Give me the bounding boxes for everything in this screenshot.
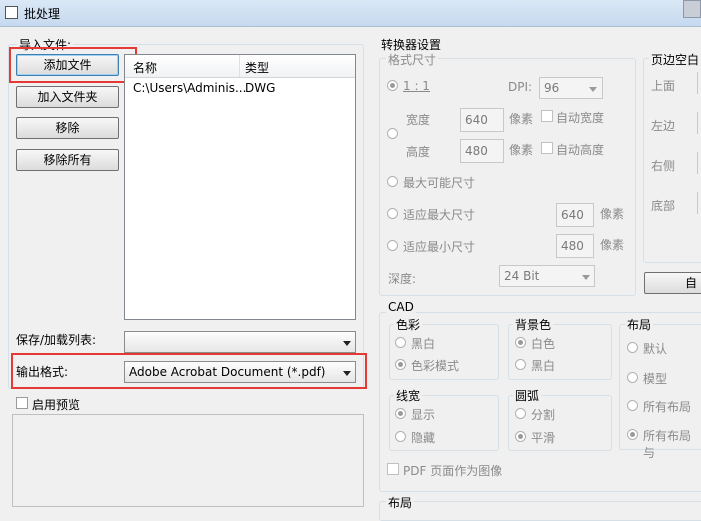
cad-label: CAD — [386, 300, 416, 314]
cell-type: DWG — [245, 81, 276, 95]
mono-radio[interactable] — [395, 337, 406, 348]
all-layouts-plus-radio[interactable] — [627, 429, 638, 440]
lineweight-label: 线宽 — [394, 387, 423, 404]
split-arc-radio[interactable] — [515, 408, 526, 419]
show-lineweight-radio[interactable] — [395, 408, 406, 419]
height-input[interactable]: 480 — [460, 139, 504, 163]
margin-left-label: 左边 — [651, 119, 676, 133]
color-mode-label: 色彩模式 — [411, 359, 460, 373]
save-load-select[interactable] — [124, 331, 356, 353]
auto-height-checkbox[interactable] — [541, 142, 553, 154]
chevron-down-icon — [582, 275, 590, 280]
window-title: 批处理 — [24, 7, 61, 21]
dpi-select[interactable]: 96 — [539, 77, 603, 99]
preview-area — [12, 414, 364, 507]
black-radio[interactable] — [515, 359, 526, 370]
column-header-type[interactable]: 类型 — [245, 59, 269, 76]
close-button[interactable] — [683, 0, 701, 18]
fit-max-label: 适应最大尺寸 — [403, 208, 476, 222]
layout-label: 布局 — [625, 316, 654, 333]
split-arc-label: 分割 — [531, 408, 556, 422]
white-radio[interactable] — [515, 337, 526, 348]
height-unit: 像素 — [509, 143, 534, 157]
background-label: 背景色 — [513, 316, 554, 333]
bottom-layout-label: 布局 — [386, 494, 415, 511]
table-row[interactable]: C:\Users\Adminis... DWG — [125, 79, 355, 99]
ratio-label: 1 : 1 — [403, 79, 430, 93]
title-bar: 批处理 — [0, 0, 701, 27]
margin-bottom-label: 底部 — [651, 199, 676, 213]
arc-label: 圆弧 — [513, 387, 542, 404]
width-input[interactable]: 640 — [460, 108, 504, 132]
chevron-down-icon — [589, 87, 597, 92]
chevron-down-icon — [343, 341, 351, 346]
cell-name: C:\Users\Adminis... — [133, 81, 247, 95]
save-load-label: 保存/加载列表: — [16, 333, 97, 347]
fit-max-unit: 像素 — [600, 207, 625, 221]
output-format-highlight — [11, 353, 367, 389]
dpi-label: DPI: — [508, 80, 533, 94]
model-layout-label: 模型 — [643, 372, 668, 386]
hide-lineweight-label: 隐藏 — [411, 431, 436, 445]
black-label: 黑白 — [531, 359, 556, 373]
page-margin-label: 页边空白 — [649, 51, 701, 68]
remove-button[interactable]: 移除 — [16, 117, 119, 139]
fit-min-unit: 像素 — [600, 238, 625, 252]
fit-min-radio[interactable] — [387, 240, 398, 251]
fit-max-input[interactable]: 640 — [556, 203, 594, 227]
margin-top-label: 上面 — [651, 79, 676, 93]
file-table[interactable]: 名称 类型 C:\Users\Adminis... DWG — [124, 54, 356, 320]
all-layouts-plus-label: 所有布局与 — [643, 429, 692, 460]
add-file-highlight — [9, 47, 137, 83]
fit-min-label: 适应最小尺寸 — [403, 240, 476, 254]
enable-preview-label: 启用预览 — [32, 398, 81, 412]
smooth-arc-label: 平滑 — [531, 431, 556, 445]
custom-size-radio[interactable] — [387, 128, 398, 139]
ratio-radio[interactable] — [387, 80, 398, 91]
auto-height-label: 自动高度 — [556, 143, 605, 157]
app-icon — [5, 6, 18, 19]
bottom-layout-group — [379, 501, 701, 521]
auto-margin-button[interactable]: 自 — [644, 272, 701, 294]
table-header: 名称 类型 — [125, 55, 355, 78]
width-unit: 像素 — [509, 112, 534, 126]
enable-preview-checkbox[interactable] — [16, 397, 28, 409]
depth-select[interactable]: 24 Bit — [499, 265, 595, 287]
show-lineweight-label: 显示 — [411, 408, 436, 422]
mono-label: 黑白 — [411, 337, 436, 351]
add-folder-button[interactable]: 加入文件夹 — [16, 86, 119, 108]
all-layouts-radio[interactable] — [627, 400, 638, 411]
pdf-as-image-label: PDF 页面作为图像 — [403, 464, 503, 478]
hide-lineweight-radio[interactable] — [395, 431, 406, 442]
smooth-arc-radio[interactable] — [515, 431, 526, 442]
all-layouts-label: 所有布局 — [643, 400, 692, 414]
fit-min-input[interactable]: 480 — [556, 234, 594, 258]
fit-max-radio[interactable] — [387, 208, 398, 219]
column-header-name[interactable]: 名称 — [133, 59, 157, 76]
height-label: 高度 — [406, 145, 431, 159]
color-label: 色彩 — [394, 316, 423, 333]
remove-all-button[interactable]: 移除所有 — [16, 149, 119, 171]
model-layout-radio[interactable] — [627, 372, 638, 383]
auto-width-label: 自动宽度 — [556, 111, 605, 125]
max-possible-label: 最大可能尺寸 — [403, 176, 476, 190]
white-label: 白色 — [531, 337, 556, 351]
default-layout-label: 默认 — [643, 342, 668, 356]
pdf-as-image-checkbox[interactable] — [387, 463, 399, 475]
margin-right-label: 右侧 — [651, 159, 676, 173]
color-mode-radio[interactable] — [395, 359, 406, 370]
auto-width-checkbox[interactable] — [541, 110, 553, 122]
max-possible-radio[interactable] — [387, 176, 398, 187]
depth-label: 深度: — [388, 272, 417, 286]
default-layout-radio[interactable] — [627, 342, 638, 353]
width-label: 宽度 — [406, 113, 431, 127]
format-size-label: 格式尺寸 — [386, 51, 439, 68]
